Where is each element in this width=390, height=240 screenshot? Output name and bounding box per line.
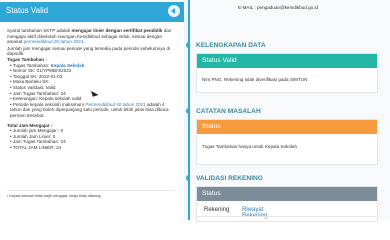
card-kelengkapan: Status Valid Nim PNG, Rekening tidak div… bbox=[196, 53, 378, 93]
intro-paragraph-2: Jumlah jam mengajar sesuai periode yang … bbox=[7, 45, 170, 57]
divider bbox=[7, 190, 175, 191]
permendikbud-40-link[interactable]: Permendikbud 40 tahun 2021 bbox=[85, 102, 145, 107]
email-text: E-MAIL : pengaduan@kemdikbud.go.id bbox=[238, 5, 319, 10]
card-body: Tugas Tambahan hanya untuk Kepala Sekola… bbox=[202, 144, 300, 149]
intro-paragraph: Syarat tambahan SKTP adalah mengajar lin… bbox=[7, 28, 172, 45]
status-title: Status Valid bbox=[6, 6, 49, 15]
tab-underline bbox=[196, 216, 376, 217]
list-item: TOTAL JAM LINIER: 24 bbox=[7, 145, 175, 151]
status-header: Status bbox=[197, 187, 377, 201]
footer-note: • Kepala sekolah tidak wajib mengajar, t… bbox=[7, 194, 102, 198]
section-title-kelengkapan: KELENGKAPAN DATA bbox=[196, 42, 266, 49]
periode-note: Periode kepala sekolah maksimum Permendi… bbox=[7, 102, 175, 119]
tab-rekening[interactable]: Rekening bbox=[204, 207, 229, 213]
total-list: Jumlah jam Mengajar : 0 Jumlah Jam Linie… bbox=[7, 128, 175, 150]
status-header: Status Valid bbox=[197, 54, 377, 68]
card-catatan: Status Tugas Tambahan hanya untuk Kepala… bbox=[196, 119, 378, 165]
left-panel: Status Valid Syarat tambahan SKTP adalah… bbox=[0, 0, 185, 220]
section-title-validasi: VALIDASI REKENING bbox=[196, 175, 263, 182]
status-bar: Status Valid bbox=[0, 2, 184, 22]
card-body: Nim PNG, Rekening tidak diverifikasi pad… bbox=[202, 77, 308, 82]
collapse-icon[interactable] bbox=[168, 5, 180, 17]
section-title-catatan: CATATAN MASALAH bbox=[196, 108, 261, 115]
permendikbud-link[interactable]: permendikbud 25 tahun 2024 bbox=[24, 39, 84, 44]
left-content: Syarat tambahan SKTP adalah mengajar lin… bbox=[7, 28, 175, 150]
status-header: Status bbox=[197, 120, 377, 134]
tab-riwayat-rekening[interactable]: Riwayat Rekening bbox=[242, 207, 267, 219]
